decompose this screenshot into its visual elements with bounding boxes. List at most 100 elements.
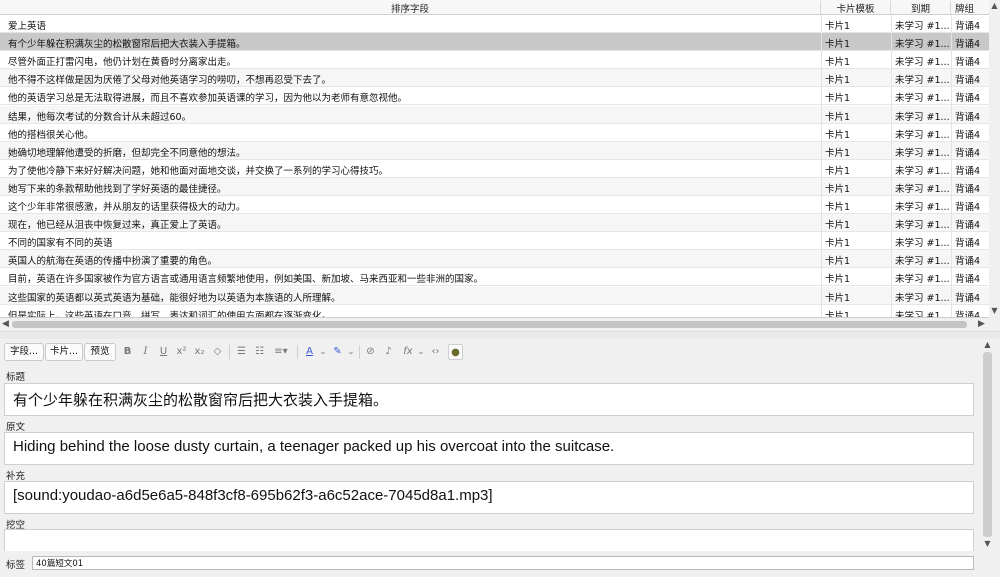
cell-due: 未学习 #1...: [895, 93, 949, 105]
numbered-list-icon[interactable]: ☷: [252, 344, 267, 360]
table-row[interactable]: 这个少年非常很感激，并从朋友的话里获得极大的动力。 卡片1 未学习 #1... 背诵4: [0, 196, 989, 215]
cell-sort-field: 不同的国家有不同的英语: [8, 238, 113, 250]
field-value-title: 有个少年躲在积满灰尘的松散窗帘后把大衣装入手提箱。: [13, 391, 389, 409]
align-icon[interactable]: ≡▾: [270, 344, 292, 360]
table-row[interactable]: 不同的国家有不同的英语 卡片1 未学习 #1... 背诵4: [0, 232, 989, 251]
table-row[interactable]: 目前，英语在许多国家被作为官方语言或通用语言频繁地使用，例如美国、新加坡、马来西…: [0, 268, 989, 287]
highlight-icon[interactable]: ✎: [330, 344, 345, 360]
cell-template: 卡片1: [825, 274, 851, 286]
table-row[interactable]: 有个少年躲在积满灰尘的松散窗帘后把大衣装入手提箱。 卡片1 未学习 #1... 背诵4: [0, 33, 989, 52]
table-row[interactable]: 他的英语学习总是无法取得进展，而且不喜欢参加英语课的学习，因为他以为老师有意忽视…: [0, 87, 989, 106]
field-input-title[interactable]: 有个少年躲在积满灰尘的松散窗帘后把大衣装入手提箱。: [4, 383, 974, 416]
toolbar-separator: [359, 345, 360, 359]
table-vertical-scrollbar[interactable]: ▲ ▼: [989, 0, 1000, 318]
cards-button[interactable]: 卡片...: [45, 343, 83, 361]
superscript-icon[interactable]: x²: [174, 344, 189, 360]
toolbar-separator: [297, 345, 298, 359]
table-row[interactable]: 他的搭档很关心他。 卡片1 未学习 #1... 背诵4: [0, 124, 989, 142]
editor-scroll-thumb[interactable]: [983, 352, 992, 537]
horizontal-scroll-thumb[interactable]: [12, 321, 967, 328]
table-row[interactable]: 爱上英语 卡片1 未学习 #1... 背诵4: [0, 15, 989, 34]
eraser-icon[interactable]: ◇: [210, 344, 225, 360]
chevron-down-icon[interactable]: ⌄: [416, 344, 426, 360]
underline-icon[interactable]: U: [156, 344, 171, 360]
preview-button[interactable]: 预览: [84, 343, 116, 361]
field-label-title: 标题: [6, 372, 26, 383]
table-row[interactable]: 她写下来的条款帮助他找到了学好英语的最佳捷径。 卡片1 未学习 #1... 背诵4: [0, 177, 989, 196]
cell-deck: 背诵4: [955, 129, 981, 141]
cell-due: 未学习 #1...: [895, 129, 949, 141]
table-row[interactable]: 他不得不这样做是因为厌倦了父母对他英语学习的唠叨，不想再忍受下去了。 卡片1 未学习…: [0, 69, 989, 88]
cell-sort-field: 她写下来的条款帮助他找到了学好英语的最佳捷径。: [8, 183, 227, 195]
cell-sort-field: 这个少年非常很感激，并从朋友的话里获得极大的动力。: [8, 202, 246, 213]
scroll-down-icon[interactable]: ▼: [989, 305, 1000, 316]
field-input-supplement[interactable]: [sound:youdao-a6d5e6a5-848f3cf8-695b62f3…: [4, 481, 974, 514]
microphone-icon[interactable]: ♪: [381, 344, 396, 360]
cell-template: 卡片1: [825, 129, 851, 141]
cell-deck: 背诵4: [955, 111, 981, 123]
cell-deck: 背诵4: [955, 238, 981, 250]
add-on-icon[interactable]: ●: [448, 344, 463, 360]
column-header-due[interactable]: 到期: [891, 1, 951, 15]
attachment-icon[interactable]: ⊘: [363, 344, 378, 360]
table-row[interactable]: 尽管外面正打雷闪电，他仍计划在黄昏时分离家出走。 卡片1 未学习 #1... 背诵4: [0, 51, 989, 70]
browser-window: 排序字段 卡片模板 到期 牌组 爱上英语 卡片1 未学习 #1... 背诵4 有个少年躲…: [0, 0, 1000, 577]
table-row[interactable]: 英国人的航海在英语的传播中扮演了重要的角色。 卡片1 未学习 #1... 背诵4: [0, 250, 989, 269]
cell-template: 卡片1: [825, 147, 851, 159]
bullet-list-icon[interactable]: ☰: [234, 344, 249, 360]
column-header-sort-field[interactable]: 排序字段: [0, 1, 821, 15]
table-row[interactable]: 她确切地理解他遭受的折磨，但却完全不同意他的想法。 卡片1 未学习 #1... 背诵4: [0, 141, 989, 160]
preview-label: 预览: [90, 346, 110, 357]
cell-due: 未学习 #1...: [895, 57, 949, 69]
cell-sort-field: 他不得不这样做是因为厌倦了父母对他英语学习的唠叨，不想再忍受下去了。: [8, 75, 332, 87]
field-input-original[interactable]: Hiding behind the loose dusty curtain, a…: [4, 432, 974, 465]
editor-vertical-scrollbar[interactable]: ▲ ▼: [980, 340, 1000, 551]
tags-bar: 标签: [0, 551, 1000, 577]
formula-icon[interactable]: fx: [399, 344, 417, 360]
cell-sort-field: 这些国家的英语都以英式英语为基础，能很好地为以英语为本族语的人所理解。: [8, 292, 341, 304]
cell-deck: 背诵4: [955, 165, 981, 177]
cell-sort-field: 现在，他已经从沮丧中恢复过来，真正爱上了英语。: [8, 220, 227, 232]
scroll-up-icon[interactable]: ▲: [989, 0, 1000, 11]
cell-template: 卡片1: [825, 310, 851, 318]
scroll-up-icon[interactable]: ▲: [980, 340, 995, 349]
table-row[interactable]: 这些国家的英语都以英式英语为基础，能很好地为以英语为本族语的人所理解。 卡片1 未学…: [0, 286, 989, 305]
cell-due: 未学习 #1...: [895, 183, 949, 195]
cell-deck: 背诵4: [955, 292, 981, 304]
field-input-cloze[interactable]: [4, 529, 974, 551]
column-divider: [951, 15, 952, 317]
column-header-template[interactable]: 卡片模板: [821, 1, 891, 15]
cell-template: 卡片1: [825, 39, 851, 51]
cell-due: 未学习 #1...: [895, 274, 949, 286]
toolbar-separator: [229, 345, 230, 359]
pane-splitter[interactable]: [0, 331, 1000, 339]
table-row[interactable]: 结果，他每次考试的分数合计从未超过60。 卡片1 未学习 #1... 背诵4: [0, 105, 989, 124]
cell-template: 卡片1: [825, 111, 851, 123]
cell-due: 未学习 #1...: [895, 21, 949, 32]
field-label-original: 原文: [6, 422, 26, 433]
fields-button[interactable]: 字段...: [4, 343, 44, 361]
column-header-deck[interactable]: 牌组: [951, 1, 989, 15]
cell-deck: 背诵4: [955, 202, 981, 213]
scroll-down-icon[interactable]: ▼: [980, 539, 995, 548]
bold-icon[interactable]: B: [120, 344, 135, 360]
table-horizontal-scrollbar[interactable]: ◀ ▶: [0, 318, 989, 331]
table-row[interactable]: 但是实际上，这些英语在口音、拼写、表达和词汇的使用方面都在逐渐变化。 卡片1 未学习…: [0, 305, 989, 318]
cell-due: 未学习 #1...: [895, 111, 949, 123]
scroll-left-icon[interactable]: ◀: [0, 318, 11, 331]
cell-deck: 背诵4: [955, 39, 981, 51]
table-row[interactable]: 现在，他已经从沮丧中恢复过来，真正爱上了英语。 卡片1 未学习 #1... 背诵4: [0, 214, 989, 233]
chevron-down-icon[interactable]: ⌄: [318, 344, 328, 360]
table-row[interactable]: 为了使他冷静下来好好解决问题，她和他面对面地交谈，并交换了一系列的学习心得技巧。…: [0, 160, 989, 178]
chevron-down-icon[interactable]: ⌄: [346, 344, 356, 360]
italic-icon[interactable]: I: [138, 344, 153, 360]
html-editor-icon[interactable]: ‹›: [428, 344, 443, 360]
tags-input[interactable]: [32, 556, 974, 570]
field-value-supplement: [sound:youdao-a6d5e6a5-848f3cf8-695b62f3…: [13, 487, 493, 504]
cell-deck: 背诵4: [955, 183, 981, 195]
scroll-right-icon[interactable]: ▶: [976, 318, 987, 331]
cell-sort-field: 英国人的航海在英语的传播中扮演了重要的角色。: [8, 256, 218, 268]
text-color-icon[interactable]: A: [302, 344, 317, 360]
cell-deck: 背诵4: [955, 310, 981, 318]
subscript-icon[interactable]: x₂: [192, 344, 207, 360]
